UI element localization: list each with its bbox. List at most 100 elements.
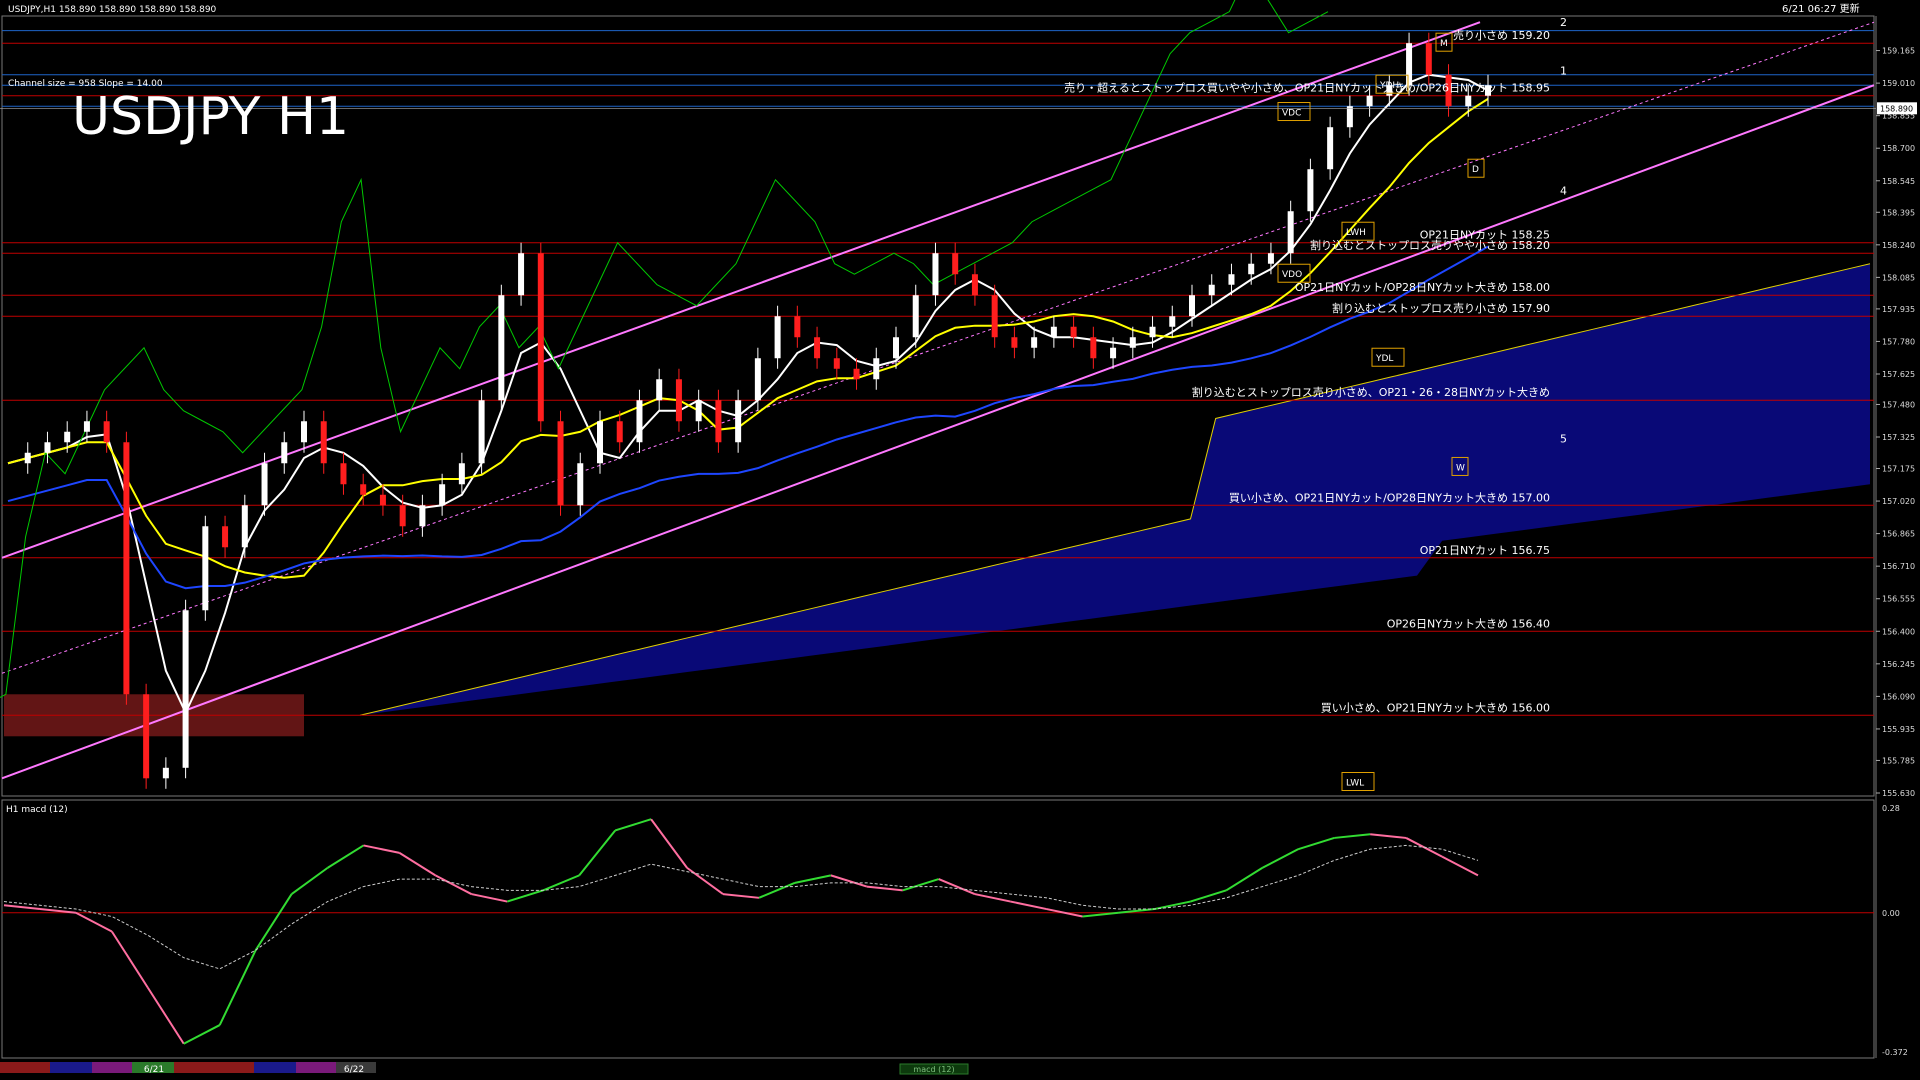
period-box-label: LWH	[1346, 228, 1366, 238]
macd-segment	[3, 904, 41, 911]
candle-body	[1110, 347, 1117, 359]
candle-body	[675, 379, 682, 422]
candle-body	[695, 400, 702, 422]
date-label-1: 6/21	[144, 1065, 164, 1075]
price-level-label: 割り込むとストップロス売り小さめ、OP21・26・28日NYカット大きめ	[1192, 385, 1550, 399]
candle-body	[301, 421, 307, 443]
macd-segment	[1297, 836, 1335, 851]
macd-segment	[1370, 833, 1407, 839]
candle-body	[83, 421, 90, 432]
candle-body	[537, 253, 544, 422]
macd-segment	[434, 874, 472, 895]
candle-body	[518, 253, 525, 296]
bottom-period-bar: 6/21 6/22 macd (12)	[0, 1062, 969, 1075]
price-tick-label: 155.785	[1882, 756, 1915, 765]
candle-body	[1287, 211, 1294, 254]
candle-body	[1267, 253, 1274, 264]
update-time: 6/21 06:27 更新	[1782, 2, 1860, 15]
candle-body	[912, 295, 919, 338]
price-level-label: 買い小さめ、OP21日NYカット/OP28日NYカット大きめ 157.00	[1229, 490, 1550, 504]
macd-tick-label: 0.00	[1882, 909, 1900, 918]
candle-body	[814, 337, 821, 359]
candle-body	[1129, 337, 1136, 348]
period-box-label: VDC	[1282, 109, 1301, 119]
period-box-label: W	[1456, 463, 1465, 473]
macd-tick-label: 0.28	[1882, 804, 1900, 813]
candle-body	[399, 505, 406, 527]
candle-body	[656, 379, 663, 401]
macd-segment	[902, 878, 940, 892]
price-tick-label: 157.325	[1882, 433, 1915, 442]
candle-body	[1090, 337, 1097, 359]
price-tick-label: 156.400	[1882, 627, 1915, 636]
macd-segment	[866, 885, 903, 892]
price-level-label: OP21日NYカット 156.75	[1420, 544, 1550, 557]
period-box-label: M	[1440, 39, 1448, 49]
macd-segment	[183, 1024, 221, 1045]
macd-segment	[471, 893, 508, 903]
price-tick-label: 155.935	[1882, 725, 1915, 734]
macd-segment	[398, 852, 436, 877]
macd-segment	[363, 844, 400, 854]
macd-segment	[1334, 833, 1371, 839]
wave-count-label: 5	[1560, 432, 1567, 445]
macd-segment	[758, 881, 796, 899]
price-tick-label: 157.935	[1882, 305, 1915, 314]
candle-body	[498, 295, 505, 401]
candle-body	[715, 400, 722, 443]
macd-segment	[507, 889, 544, 903]
macd-segment	[938, 878, 976, 895]
macd-panel-frame	[1, 799, 1875, 1059]
macd-segment	[1225, 867, 1263, 892]
price-level-label: OP21日NYカット/OP28日NYカット大きめ 158.00	[1295, 280, 1550, 294]
candle-body	[64, 431, 71, 443]
macd-segment	[830, 874, 868, 888]
candle-body	[853, 368, 860, 380]
period-box-label: D	[1472, 165, 1479, 175]
macd-panel-label: H1 macd (12)	[6, 805, 68, 815]
candle-body	[222, 526, 229, 548]
price-tick-label: 157.020	[1882, 497, 1915, 506]
candle-body	[636, 400, 643, 443]
candle-body	[1070, 326, 1077, 338]
macd-segment	[291, 867, 329, 895]
period-box-label: VDO	[1282, 270, 1302, 280]
period-box-label: LWL	[1346, 778, 1364, 788]
price-tick-label: 157.480	[1882, 400, 1915, 409]
price-chart[interactable]: 売り小さめ 159.20 売り・超えるとストップロス買いやや小さめ、OP21日NY…	[0, 0, 1920, 1080]
candle-body	[991, 295, 998, 338]
price-tick-label: 156.865	[1882, 530, 1915, 539]
candle-body	[1366, 95, 1373, 107]
price-level-label: 買い小さめ、OP21日NYカット大きめ 156.00	[1321, 700, 1550, 714]
price-tick-label: 158.395	[1882, 208, 1915, 217]
price-tick-label: 156.245	[1882, 660, 1915, 669]
macd-segment	[75, 911, 113, 933]
candle-body	[24, 452, 31, 464]
candle-body	[360, 484, 367, 495]
period-box-label: YDH	[1379, 81, 1399, 91]
macd-segment	[794, 874, 832, 884]
price-tick-label: 159.165	[1882, 47, 1915, 56]
price-level-label: 売り・超えるとストップロス買いやや小さめ、OP21日NYカット大きめ/OP26日…	[1064, 81, 1550, 95]
macd-segment	[650, 818, 688, 869]
price-level-label: OP26日NYカット大きめ 156.40	[1387, 616, 1550, 630]
date-label-2: 6/22	[344, 1065, 364, 1075]
macd-segment	[1441, 855, 1479, 877]
candle-body	[597, 421, 603, 464]
wave-count-label: 4	[1560, 184, 1567, 197]
price-tick-label: 155.630	[1882, 789, 1915, 798]
macd-segment	[1154, 900, 1191, 911]
macd-segment	[578, 829, 616, 876]
candle-body	[1465, 95, 1472, 107]
macd-tab-label: macd (12)	[913, 1065, 954, 1074]
macd-segment	[1010, 900, 1047, 911]
candle-body	[1346, 106, 1353, 128]
candle-body	[557, 421, 564, 506]
price-tick-label: 158.240	[1882, 241, 1915, 250]
macd-segment	[218, 949, 257, 1026]
macd-segment	[722, 893, 760, 899]
candle-body	[577, 463, 584, 506]
candle-body	[1248, 263, 1255, 275]
macd-segment	[974, 893, 1011, 903]
macd-segment	[686, 867, 724, 895]
